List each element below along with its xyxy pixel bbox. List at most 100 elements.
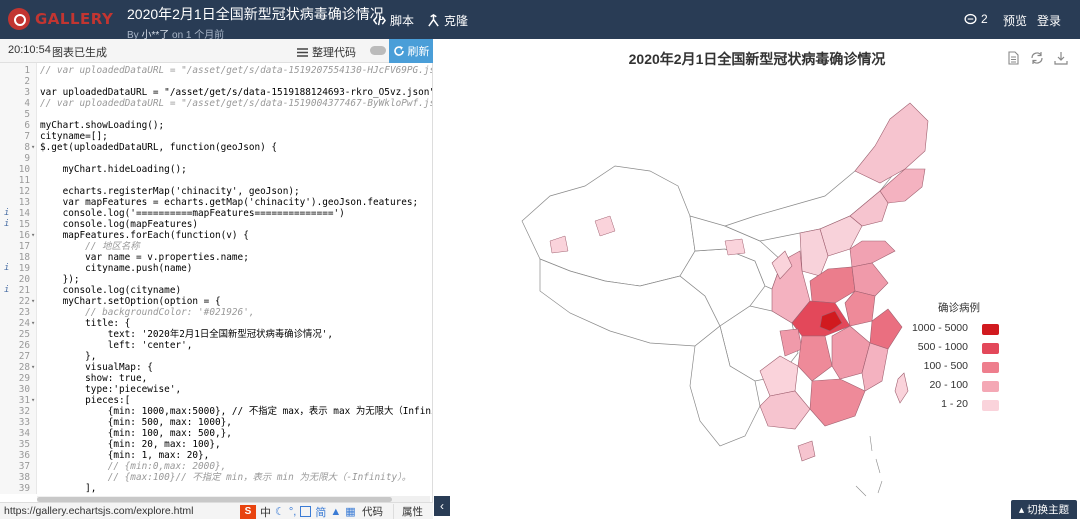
fold-toggle-icon[interactable]: ▾ xyxy=(31,230,35,241)
fold-toggle-icon[interactable]: ▾ xyxy=(31,362,35,373)
line-source: myChart.showLoading(); xyxy=(40,120,165,131)
ime-language[interactable]: 中 xyxy=(260,504,271,519)
comments-button[interactable]: 2 xyxy=(964,12,988,26)
code-line[interactable]: 29 show: true, xyxy=(0,373,432,384)
fold-toggle-icon[interactable]: ▾ xyxy=(31,395,35,406)
preview-button[interactable]: 预览 xyxy=(1003,12,1027,29)
collapse-editor-button[interactable]: ‹ xyxy=(434,496,450,516)
code-line[interactable]: 10 myChart.hideLoading(); xyxy=(0,164,432,175)
line-source: {min: 1, max: 20}, xyxy=(40,450,210,461)
legend-item[interactable]: 500 - 1000 xyxy=(900,341,1020,355)
download-icon[interactable] xyxy=(1054,51,1068,65)
auto-run-toggle[interactable] xyxy=(370,46,386,55)
region-jiangsu xyxy=(851,262,889,297)
ime-punct-icon[interactable]: °, xyxy=(289,506,296,518)
editor-panel: 20:10:54 图表已生成 整理代码 刷新 1 // var uploadedD… xyxy=(0,39,433,519)
script-button[interactable]: 脚本 xyxy=(373,12,414,29)
tab-code[interactable]: 代码 xyxy=(362,504,383,519)
legend-item[interactable]: 20 - 100 xyxy=(900,379,1020,393)
legend-item[interactable]: 1000 - 5000 xyxy=(900,322,1020,336)
login-label: 登录 xyxy=(1037,14,1062,28)
code-line[interactable]: 15 i console.log(mapFeatures) xyxy=(0,219,432,230)
login-button[interactable]: 登录 xyxy=(1037,12,1061,29)
title-block: 2020年2月1日全国新型冠状病毒确诊情况 By 小**了 on 1 个月前 xyxy=(127,4,384,41)
code-line[interactable]: 3 var uploadedDataURL = "/asset/get/s/dat… xyxy=(0,87,432,98)
ime-simplified[interactable]: 简 xyxy=(315,504,326,519)
fold-toggle-icon[interactable]: ▾ xyxy=(31,318,35,329)
code-line[interactable]: 13 var mapFeatures = echarts.getMap('chi… xyxy=(0,197,432,208)
line-number: 9 xyxy=(24,153,30,164)
switch-theme-button[interactable]: ▴ 切换主题 xyxy=(1011,500,1077,519)
legend-item[interactable]: 1 - 20 xyxy=(900,398,1020,412)
code-line[interactable]: 33 {min: 500, max: 1000}, xyxy=(0,417,432,428)
code-line[interactable]: 38 // {max:100}// 不指定 min，表示 min 为无限大（-I… xyxy=(0,472,432,483)
code-line[interactable]: 17 // 地区名称 xyxy=(0,241,432,252)
code-line[interactable]: 14 i console.log('==========mapFeatures==… xyxy=(0,208,432,219)
chart-toolbox xyxy=(1006,51,1068,65)
shirt-icon[interactable]: ▲ xyxy=(330,506,341,518)
restore-icon[interactable] xyxy=(1030,51,1044,65)
code-line[interactable]: 4 // var uploadedDataURL = "/asset/get/s/… xyxy=(0,98,432,109)
script-label: 脚本 xyxy=(390,14,415,28)
code-line[interactable]: 39 ], xyxy=(0,483,432,494)
code-line[interactable]: 2 xyxy=(0,76,432,87)
code-line[interactable]: 1 // var uploadedDataURL = "/asset/get/s/… xyxy=(0,65,432,76)
format-code-button[interactable]: 整理代码 xyxy=(297,44,356,60)
code-line[interactable]: 18 var name = v.properties.name; xyxy=(0,252,432,263)
fork-icon xyxy=(428,14,439,27)
code-line[interactable]: 30 type:'piecewise', xyxy=(0,384,432,395)
code-line[interactable]: 20 }); xyxy=(0,274,432,285)
gallery-logo[interactable]: GALLERY xyxy=(8,8,113,30)
code-line[interactable]: 6 myChart.showLoading(); xyxy=(0,120,432,131)
code-line[interactable]: 23 // backgroundColor: '#021926', xyxy=(0,307,432,318)
code-line[interactable]: 19 i cityname.push(name) xyxy=(0,263,432,274)
comment-count: 2 xyxy=(981,12,988,26)
fork-button[interactable]: 克隆 xyxy=(427,12,468,29)
run-button[interactable]: 刷新 xyxy=(389,39,433,63)
code-line[interactable]: 21 i console.log(cityname) xyxy=(0,285,432,296)
region-hunan xyxy=(797,335,833,382)
tab-attributes[interactable]: 属性 xyxy=(393,504,431,519)
line-number: 1 xyxy=(24,65,30,76)
code-line[interactable]: 27 }, xyxy=(0,351,432,362)
refresh-icon xyxy=(393,46,404,56)
legend-item[interactable]: 100 - 500 xyxy=(900,360,1020,374)
code-line[interactable]: 31 ▾ pieces:[ xyxy=(0,395,432,406)
code-line[interactable]: 22 ▾ myChart.setOption(option = { xyxy=(0,296,432,307)
code-line[interactable]: 34 {min: 100, max: 500,}, xyxy=(0,428,432,439)
line-source: left: 'center', xyxy=(40,340,193,351)
code-line[interactable]: 28 ▾ visualMap: { xyxy=(0,362,432,373)
line-number: 26 xyxy=(18,340,30,351)
line-source: {min: 20, max: 100}, xyxy=(40,439,221,450)
code-line[interactable]: 8 ▾ $.get(uploadedDataURL, function(geoJso… xyxy=(0,142,432,153)
fold-toggle-icon[interactable]: ▾ xyxy=(31,296,35,307)
line-number: 8 xyxy=(24,142,30,153)
code-line[interactable]: 12 echarts.registerMap('chinacity', geoJ… xyxy=(0,186,432,197)
code-line[interactable]: 35 {min: 20, max: 100}, xyxy=(0,439,432,450)
code-line[interactable]: 5 xyxy=(0,109,432,120)
line-source: var uploadedDataURL = "/asset/get/s/data… xyxy=(40,87,432,98)
code-line[interactable]: 26 left: 'center', xyxy=(0,340,432,351)
code-line[interactable]: 32 {min: 1000,max:5000}, // 不指定 max，表示 m… xyxy=(0,406,432,417)
fold-toggle-icon[interactable]: ▾ xyxy=(31,142,35,153)
region-anhui xyxy=(844,290,876,327)
moon-icon[interactable]: ☾ xyxy=(275,505,285,518)
china-map[interactable] xyxy=(510,91,930,511)
code-editor[interactable]: 1 // var uploadedDataURL = "/asset/get/s/… xyxy=(0,63,432,494)
legend-label: 20 - 100 xyxy=(929,379,968,391)
code-line[interactable]: 7 cityname=[]; xyxy=(0,131,432,142)
grid-icon[interactable]: ▦ xyxy=(345,505,355,518)
region-shandong xyxy=(849,240,896,268)
keyboard-icon[interactable] xyxy=(300,506,312,517)
ime-logo-icon[interactable]: S xyxy=(240,504,256,519)
code-line[interactable]: 25 text: '2020年2月1日全国新型冠状病毒确诊情况', xyxy=(0,329,432,340)
region-guangxi xyxy=(759,390,811,430)
code-line[interactable]: 16 ▾ mapFeatures.forEach(function(v) { xyxy=(0,230,432,241)
code-line[interactable]: 24 ▾ title: { xyxy=(0,318,432,329)
data-view-icon[interactable] xyxy=(1006,51,1020,65)
code-line[interactable]: 37 // {min:0,max: 2000}, xyxy=(0,461,432,472)
code-line[interactable]: 9 xyxy=(0,153,432,164)
code-line[interactable]: 36 {min: 1, max: 20}, xyxy=(0,450,432,461)
code-line[interactable]: 11 xyxy=(0,175,432,186)
line-source: type:'piecewise', xyxy=(40,384,182,395)
